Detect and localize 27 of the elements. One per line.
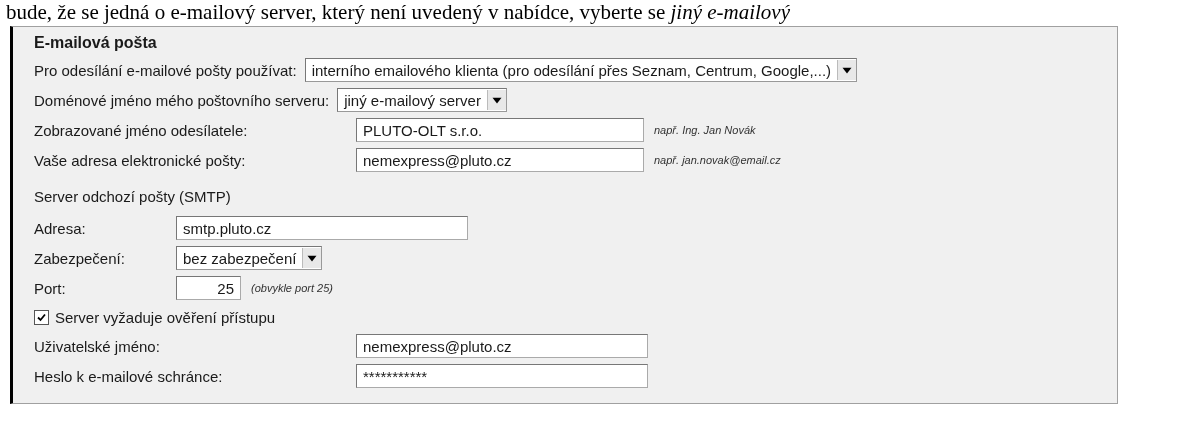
input-field[interactable]: smtp.pluto.cz — [176, 216, 468, 240]
input-field[interactable]: PLUTO-OLT s.r.o. — [356, 118, 644, 142]
dropdown[interactable]: interního emailového klienta (pro odesílání přes Seznam, Centrum, Google,...) — [304, 58, 858, 82]
field-label: Uživatelské jméno: — [34, 337, 161, 355]
field-label: Zobrazované jméno odesílatele: — [34, 121, 249, 139]
subsection-title: Server odchozí pošty (SMTP) — [34, 187, 232, 207]
port-field[interactable]: 25 — [176, 276, 241, 300]
hint-text: např. Ing. Jan Novák — [654, 124, 756, 136]
field-label: Zabezpečení: — [34, 249, 126, 267]
input-field[interactable]: nemexpress@pluto.cz — [356, 148, 644, 172]
field-label: Adresa: — [34, 219, 87, 237]
field-label: Pro odesílání e-mailové pošty používat: — [34, 61, 297, 79]
dropdown[interactable]: jiný e-mailový server — [337, 88, 507, 112]
field-label: Port: — [34, 279, 67, 297]
field-label: Doménové jméno mého poštovního serveru: — [34, 91, 330, 109]
field-label: Vaše adresa elektronické pošty: — [34, 151, 247, 169]
field-label: Heslo k e-mailové schránce: — [34, 367, 224, 385]
hint-text: např. jan.novak@email.cz — [654, 154, 781, 166]
hint-text: (obvykle port 25) — [251, 282, 333, 294]
checkbox[interactable] — [34, 309, 49, 325]
section-title: E-mailová pošta — [34, 33, 158, 53]
dropdown[interactable]: bez zabezpečení — [176, 246, 323, 270]
input-field[interactable]: *********** — [356, 364, 648, 388]
intro-text: bude, že se jedná o e-mailový server, který není uvedený v nabídce, vyberte se jiný e-mailový — [5, 0, 790, 24]
checkmark-icon — [36, 311, 47, 323]
checkbox-label[interactable]: Server vyžaduje ověření přístupu — [55, 308, 276, 326]
input-field[interactable]: nemexpress@pluto.cz — [356, 334, 648, 358]
